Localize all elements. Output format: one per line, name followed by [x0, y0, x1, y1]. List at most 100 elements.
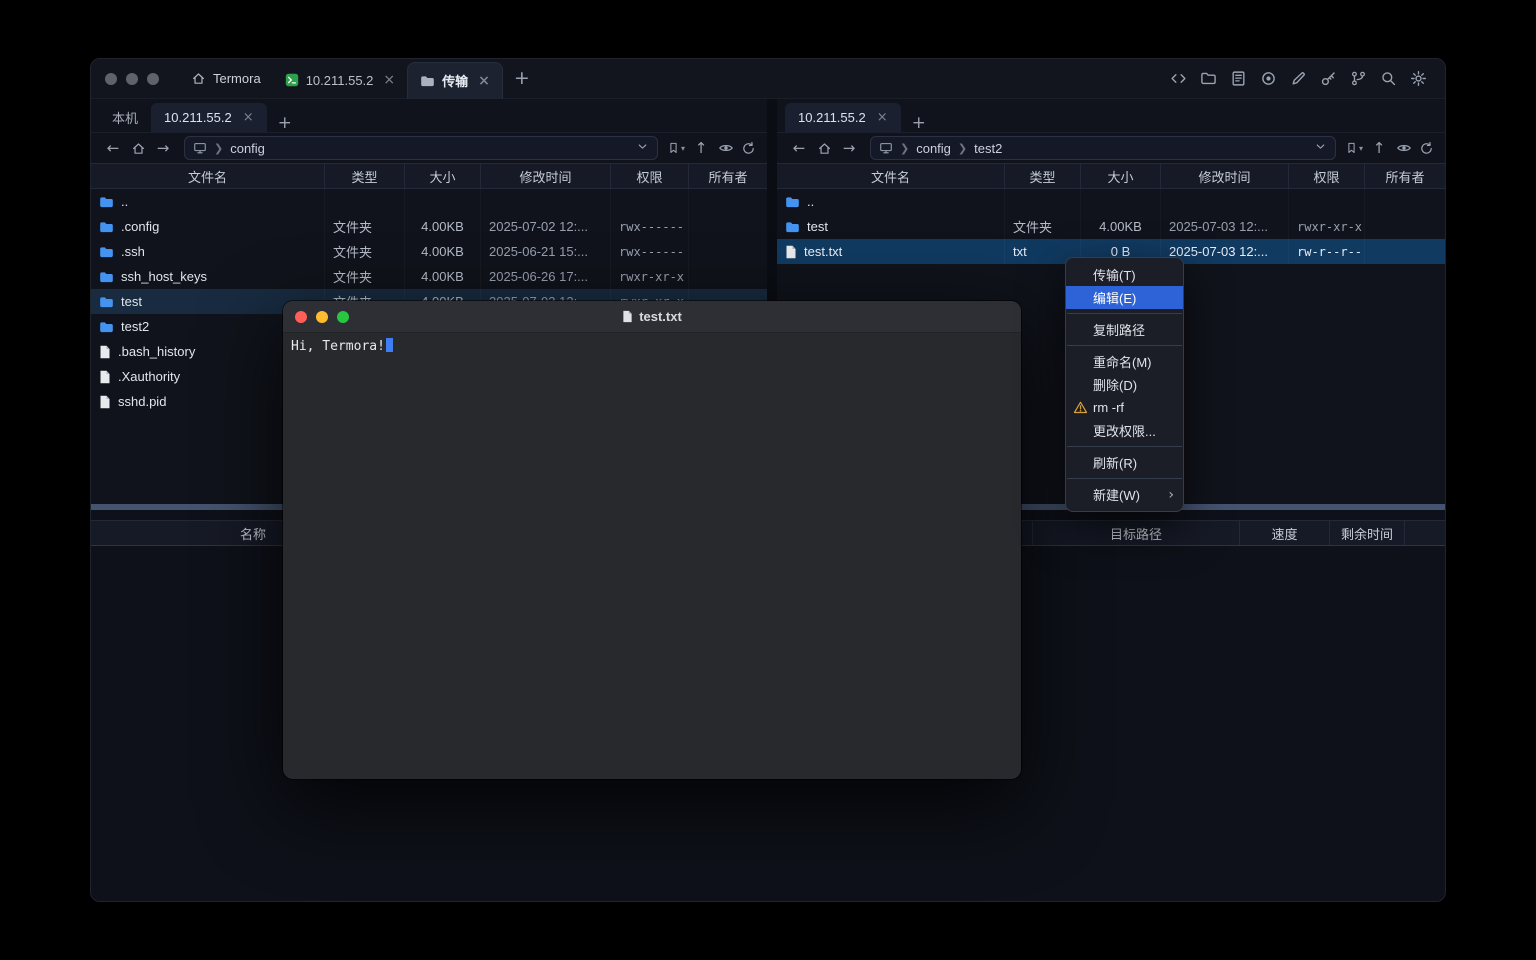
- table-row[interactable]: ..: [777, 189, 1445, 214]
- menu-item-rename[interactable]: 重命名(M): [1066, 350, 1183, 373]
- code-icon[interactable]: [1170, 70, 1187, 87]
- app-title: Termora: [213, 71, 261, 86]
- file-name: ..: [807, 194, 814, 209]
- settings-gear-icon[interactable]: [1410, 70, 1427, 87]
- menu-item-label: 更改权限...: [1093, 421, 1156, 440]
- breadcrumb-segment[interactable]: config: [230, 141, 265, 156]
- column-header-speed[interactable]: 速度: [1240, 521, 1330, 545]
- path-breadcrumb[interactable]: ❯ config ❯ test2: [870, 136, 1336, 160]
- eye-icon: [718, 140, 734, 156]
- editor-window: test.txt Hi, Termora!: [283, 301, 1021, 779]
- back-button[interactable]: ←: [787, 141, 811, 156]
- maximize-window-button[interactable]: [147, 73, 159, 85]
- folder-icon: [99, 295, 114, 308]
- home-button[interactable]: [129, 139, 147, 157]
- menu-item-new[interactable]: 新建(W) ›: [1066, 483, 1183, 506]
- file-name: test2: [121, 319, 149, 334]
- menu-item-refresh[interactable]: 刷新(R): [1066, 451, 1183, 474]
- file-icon: [99, 370, 111, 384]
- menu-item-rm-rf[interactable]: rm -rf: [1066, 396, 1183, 419]
- column-header-target-path[interactable]: 目标路径: [1033, 521, 1240, 545]
- table-row[interactable]: .config 文件夹 4.00KB 2025-07-02 12:... rwx…: [91, 214, 767, 239]
- key-icon[interactable]: [1320, 70, 1337, 87]
- menu-item-delete[interactable]: 删除(D): [1066, 373, 1183, 396]
- folder-icon: [99, 320, 114, 333]
- close-window-button[interactable]: [105, 73, 117, 85]
- home-button[interactable]: [815, 139, 833, 157]
- new-panel-tab-button[interactable]: +: [267, 115, 303, 132]
- bookmarks-button[interactable]: ▾: [667, 139, 685, 157]
- path-dropdown[interactable]: [636, 140, 649, 156]
- file-icon: [99, 345, 111, 359]
- tab-remote-right[interactable]: 10.211.55.2 ×: [785, 103, 901, 132]
- menu-item-label: 删除(D): [1093, 375, 1137, 394]
- breadcrumb-segment[interactable]: test2: [974, 141, 1002, 156]
- column-header-name[interactable]: 文件名: [777, 164, 1005, 188]
- pencil-icon[interactable]: [1290, 70, 1307, 87]
- refresh-button[interactable]: [739, 139, 757, 157]
- column-header-owner[interactable]: 所有者: [1365, 164, 1445, 188]
- close-tab-icon[interactable]: ×: [877, 111, 888, 124]
- table-row[interactable]: test 文件夹 4.00KB 2025-07-03 12:... rwxr-x…: [777, 214, 1445, 239]
- column-header-perm[interactable]: 权限: [611, 164, 689, 188]
- column-header-perm[interactable]: 权限: [1289, 164, 1365, 188]
- column-header-modified[interactable]: 修改时间: [1161, 164, 1289, 188]
- menu-item-transfer[interactable]: 传输(T): [1066, 263, 1183, 286]
- tab-ssh-session[interactable]: 10.211.55.2 ×: [273, 62, 407, 99]
- table-row[interactable]: .ssh 文件夹 4.00KB 2025-06-21 15:... rwx---…: [91, 239, 767, 264]
- column-header-remaining-time[interactable]: 剩余时间: [1330, 521, 1405, 545]
- editor-content[interactable]: Hi, Termora!: [283, 333, 1021, 359]
- new-panel-tab-button[interactable]: +: [901, 115, 937, 132]
- column-header-modified[interactable]: 修改时间: [481, 164, 611, 188]
- show-hidden-files-button[interactable]: [717, 139, 735, 157]
- minimize-window-button[interactable]: [126, 73, 138, 85]
- menu-item-chmod[interactable]: 更改权限...: [1066, 419, 1183, 442]
- close-tab-icon[interactable]: ×: [383, 73, 395, 87]
- close-tab-icon[interactable]: ×: [478, 74, 490, 88]
- folder-icon: [99, 245, 114, 258]
- file-name: test: [121, 294, 142, 309]
- column-header-type[interactable]: 类型: [325, 164, 405, 188]
- bookmark-icon: [667, 141, 680, 155]
- table-row[interactable]: ssh_host_keys 文件夹 4.00KB 2025-06-26 17:.…: [91, 264, 767, 289]
- bookmarks-button[interactable]: ▾: [1345, 139, 1363, 157]
- right-panel-tabs: 10.211.55.2 × +: [777, 99, 1445, 133]
- path-breadcrumb[interactable]: ❯ config: [184, 136, 658, 160]
- breadcrumb-segment[interactable]: config: [916, 141, 951, 156]
- column-header-size[interactable]: 大小: [405, 164, 481, 188]
- search-icon[interactable]: [1380, 70, 1397, 87]
- column-header-name[interactable]: 文件名: [91, 164, 325, 188]
- branch-icon[interactable]: [1350, 70, 1367, 87]
- show-hidden-files-button[interactable]: [1395, 139, 1413, 157]
- tab-home[interactable]: Termora: [179, 71, 273, 86]
- chevron-down-icon: ▾: [681, 144, 685, 153]
- parent-directory-button[interactable]: ↑: [1367, 141, 1391, 156]
- tab-transfer[interactable]: 传输 ×: [407, 62, 503, 99]
- menu-item-copy-path[interactable]: 复制路径: [1066, 318, 1183, 341]
- column-header-type[interactable]: 类型: [1005, 164, 1081, 188]
- home-icon: [131, 141, 146, 156]
- forward-button[interactable]: →: [837, 141, 861, 156]
- close-tab-icon[interactable]: ×: [243, 111, 254, 124]
- path-dropdown[interactable]: [1314, 140, 1327, 156]
- folder-icon[interactable]: [1200, 70, 1217, 87]
- forward-button[interactable]: →: [151, 141, 175, 156]
- refresh-button[interactable]: [1417, 139, 1435, 157]
- back-button[interactable]: ←: [101, 141, 125, 156]
- record-icon[interactable]: [1260, 70, 1277, 87]
- breadcrumb-separator: ❯: [900, 142, 909, 155]
- parent-directory-button[interactable]: ↑: [689, 141, 713, 156]
- menu-item-edit[interactable]: 编辑(E): [1066, 286, 1183, 309]
- log-icon[interactable]: [1230, 70, 1247, 87]
- tab-local[interactable]: 本机: [99, 103, 151, 132]
- warning-icon: [1073, 400, 1088, 415]
- file-name: .bash_history: [118, 344, 195, 359]
- tab-remote-left[interactable]: 10.211.55.2 ×: [151, 103, 267, 132]
- table-row[interactable]: ..: [91, 189, 767, 214]
- editor-text: Hi, Termora!: [291, 339, 385, 354]
- editor-title: test.txt: [283, 309, 1021, 324]
- folder-icon: [420, 74, 435, 87]
- new-tab-button[interactable]: +: [503, 69, 541, 88]
- column-header-owner[interactable]: 所有者: [689, 164, 767, 188]
- column-header-size[interactable]: 大小: [1081, 164, 1161, 188]
